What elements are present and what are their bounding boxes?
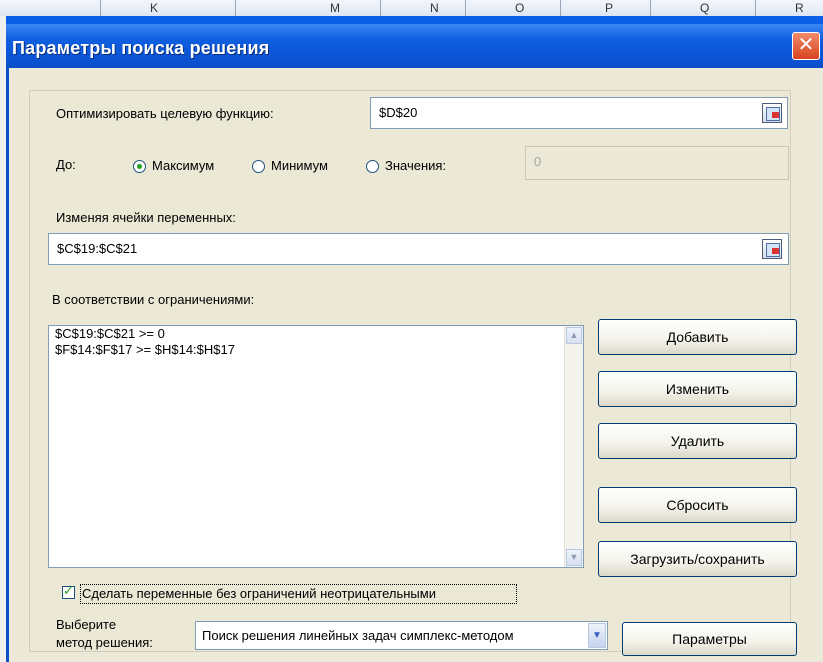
reset-button[interactable]: Сбросить [598, 487, 797, 523]
add-button[interactable]: Добавить [598, 319, 797, 355]
chevron-down-icon[interactable]: ▼ [588, 623, 606, 648]
radio-minimum[interactable] [252, 160, 265, 173]
load-save-button[interactable]: Загрузить/сохранить [598, 541, 797, 577]
method-select[interactable]: Поиск решения линейных задач симплекс-ме… [195, 621, 608, 650]
nonneg-checkbox[interactable]: ✓ [62, 583, 75, 599]
nonneg-label: Сделать переменные без ограничений неотр… [82, 586, 436, 601]
constraints-list[interactable]: $C$19:$C$21 >= 0 $F$14:$F$17 >= $H$14:$H… [48, 325, 584, 568]
column-separator [235, 0, 236, 16]
column-letter: P [605, 1, 614, 15]
objective-input[interactable]: $D$20 [370, 97, 788, 129]
objective-label: Оптимизировать целевую функцию: [56, 106, 274, 121]
options-button[interactable]: Параметры [622, 622, 797, 656]
variables-value: $C$19:$C$21 [57, 241, 138, 256]
column-separator [755, 0, 756, 16]
delete-button-label: Удалить [670, 433, 725, 449]
method-label-line2: метод решения: [56, 635, 153, 650]
list-item[interactable]: $F$14:$F$17 >= $H$14:$H$17 [55, 342, 235, 357]
column-separator [465, 0, 466, 16]
load-save-button-label: Загрузить/сохранить [630, 551, 765, 567]
objective-value: $D$20 [379, 105, 418, 120]
sheet-column-header: K M N O P Q R [0, 0, 823, 17]
variables-input[interactable]: $C$19:$C$21 [48, 233, 789, 265]
title-bar[interactable]: Параметры поиска решения ✕ [6, 24, 823, 68]
value-of-input[interactable]: 0 [525, 146, 789, 180]
add-button-label: Добавить [666, 329, 729, 345]
constraints-label: В соответствии с ограничениями: [52, 292, 255, 307]
delete-button[interactable]: Удалить [598, 423, 797, 459]
change-button-label: Изменить [665, 381, 730, 397]
column-separator [380, 0, 381, 16]
column-letter: N [430, 1, 439, 15]
scroll-down-icon[interactable]: ▼ [566, 549, 582, 566]
column-letter: R [795, 1, 804, 15]
column-separator [650, 0, 651, 16]
reset-button-label: Сбросить [666, 497, 729, 513]
range-select-icon-marker [772, 248, 779, 254]
variables-label: Изменяя ячейки переменных: [56, 210, 236, 225]
column-letter: Q [700, 1, 710, 15]
column-letter: O [515, 1, 525, 15]
goal-label: До: [56, 157, 76, 172]
method-label-line1: Выберите [56, 617, 117, 632]
close-button[interactable]: ✕ [792, 32, 820, 60]
options-button-label: Параметры [672, 631, 747, 647]
objective-ref-button[interactable] [762, 103, 782, 123]
close-icon: ✕ [797, 34, 815, 56]
change-button[interactable]: Изменить [598, 371, 797, 407]
method-selected-value: Поиск решения линейных задач симплекс-ме… [202, 628, 514, 643]
radio-value-of[interactable] [366, 160, 379, 173]
list-item[interactable]: $C$19:$C$21 >= 0 [55, 326, 165, 341]
column-letter: M [330, 1, 340, 15]
value-of-value: 0 [534, 154, 542, 169]
dialog-title: Параметры поиска решения [12, 38, 270, 58]
variables-ref-button[interactable] [762, 239, 782, 259]
constraints-scrollbar[interactable]: ▲ ▼ [564, 326, 583, 567]
radio-selected-dot [137, 164, 142, 169]
radio-value-label: Значения: [385, 158, 447, 173]
scroll-up-icon[interactable]: ▲ [566, 327, 582, 344]
radio-maximum[interactable] [133, 160, 146, 173]
range-select-icon-marker [772, 112, 779, 118]
checkmark-icon: ✓ [63, 583, 74, 598]
column-separator [100, 0, 101, 16]
column-separator [560, 0, 561, 16]
column-letter: K [150, 1, 159, 15]
radio-maximum-label: Максимум [152, 158, 215, 173]
radio-minimum-label: Минимум [271, 158, 328, 173]
